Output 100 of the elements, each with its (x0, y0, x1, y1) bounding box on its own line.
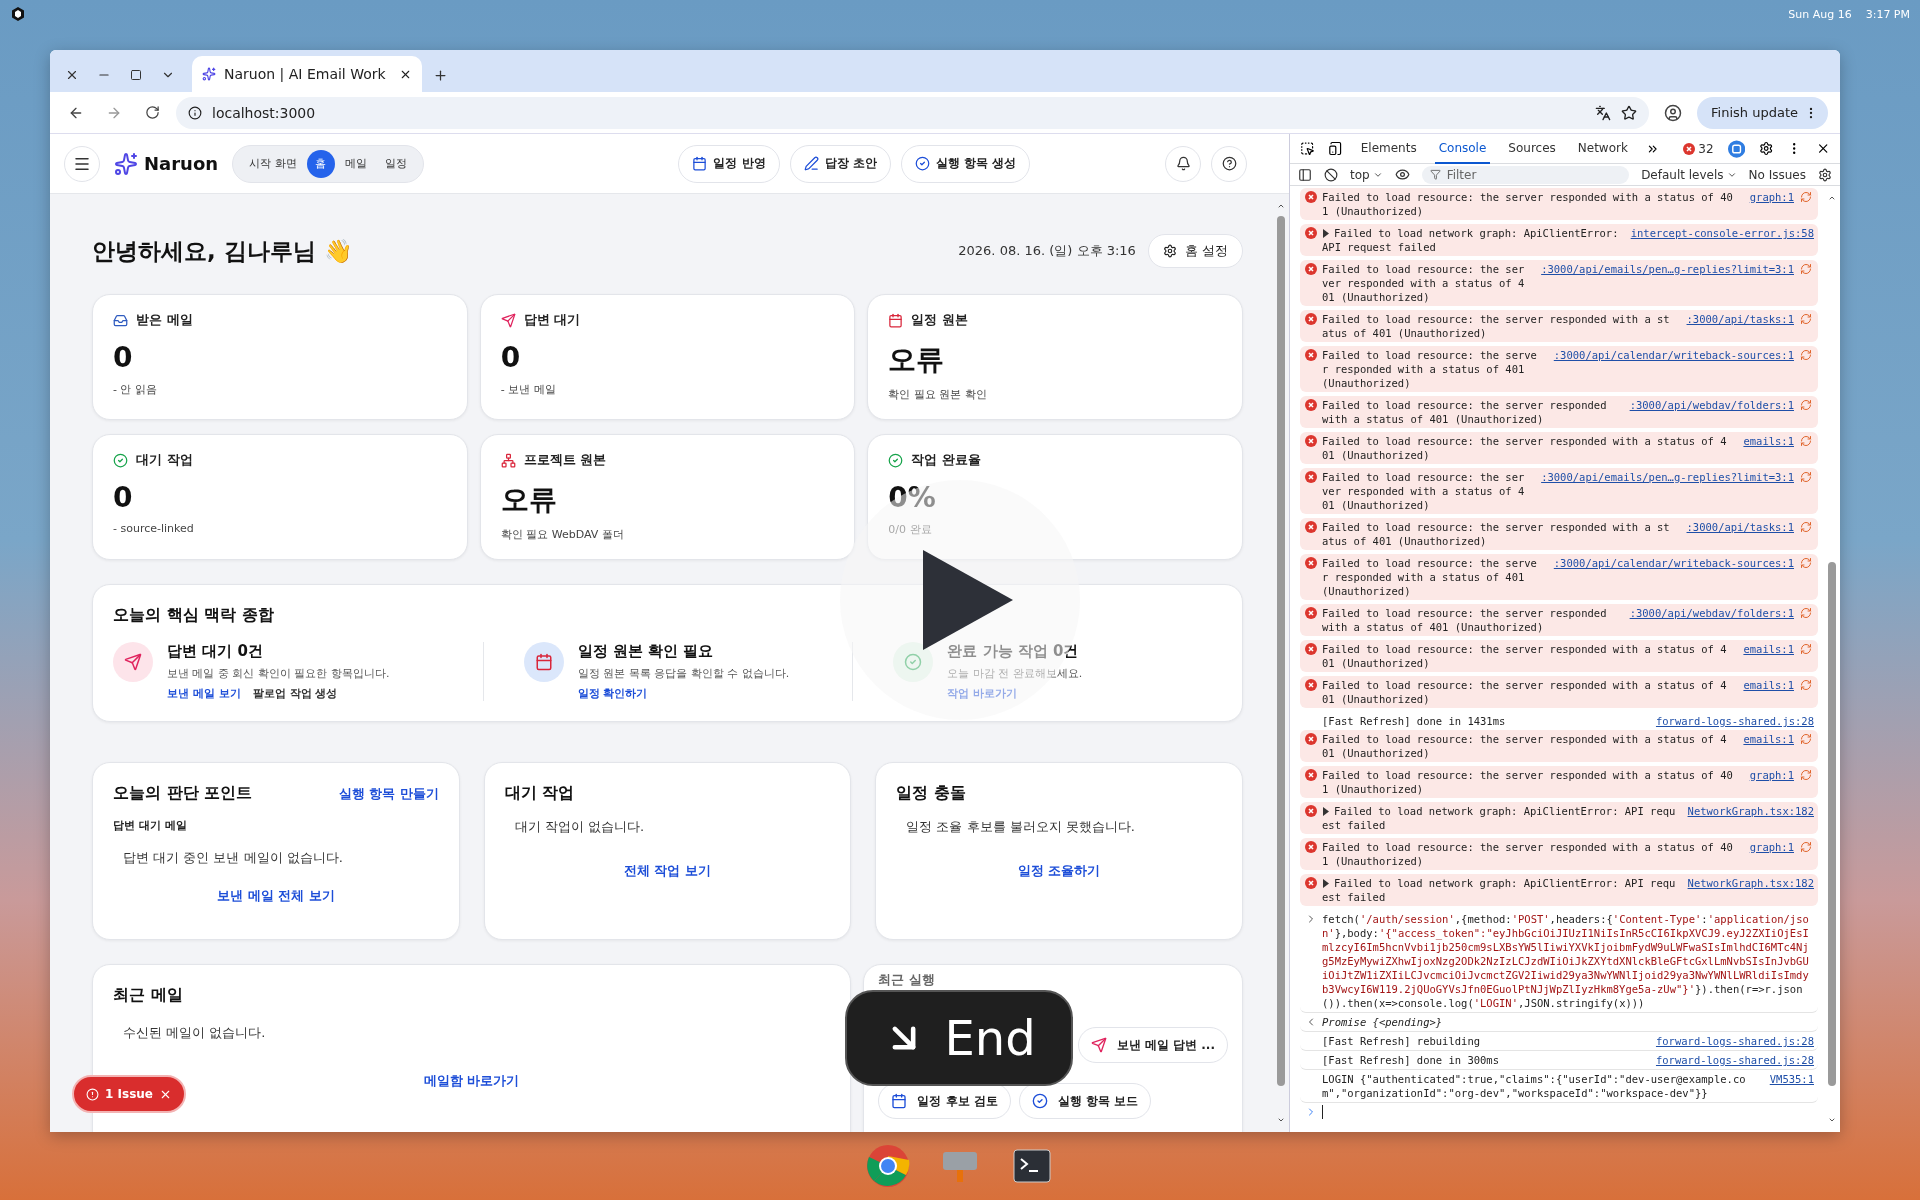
source-link[interactable]: :3000/api/webdav/folders:1 (1629, 398, 1794, 412)
refresh-icon[interactable] (1800, 191, 1812, 203)
panel-action-link[interactable]: 실행 항목 만들기 (338, 784, 439, 803)
stat-subtext: - source-linked (113, 522, 195, 535)
source-link[interactable]: :3000/api/tasks:1 (1686, 520, 1794, 534)
error-icon (1305, 607, 1317, 619)
source-link[interactable]: VM535:1 (1769, 1072, 1814, 1086)
run-shortcut-button[interactable]: 실행 항목 보드 (1018, 1083, 1152, 1119)
cube-logo-icon[interactable] (10, 6, 26, 22)
browser-tab[interactable]: Naruon | AI Email Work (192, 56, 422, 92)
settings-button[interactable]: 홈 설정 (1147, 234, 1243, 268)
source-link[interactable]: emails:1 (1743, 642, 1794, 656)
action-button[interactable]: 실행 항목 생성 (900, 144, 1031, 183)
source-link[interactable]: :3000/api/calendar/writeback-sources:1 (1553, 556, 1794, 570)
nav-tab[interactable]: 메일 (336, 149, 375, 178)
browser-taskbar-icon[interactable] (864, 1142, 912, 1190)
devtools-tab[interactable]: Elements (1356, 133, 1421, 164)
source-link[interactable]: forward-logs-shared.js:28 (1655, 1053, 1814, 1067)
update-button[interactable]: Finish update (1697, 96, 1828, 129)
sidebar-toggle-icon[interactable] (1298, 167, 1312, 182)
devtools-tab[interactable]: Console (1434, 133, 1491, 164)
nav-tab[interactable]: 시작 화면 (241, 149, 305, 178)
ai-assistant-icon[interactable] (1727, 139, 1745, 158)
error-icon (1305, 769, 1317, 781)
expand-arrow-icon[interactable] (1322, 879, 1330, 888)
filter-field[interactable]: Filter (1421, 165, 1630, 184)
scroll-down-icon[interactable] (1828, 1116, 1836, 1124)
nav-tab[interactable]: 일정 (376, 149, 415, 178)
context-selector[interactable]: top (1350, 167, 1383, 182)
source-link[interactable]: emails:1 (1743, 678, 1794, 692)
bookmark-star-icon[interactable] (1621, 104, 1638, 121)
scroll-up-icon[interactable] (1277, 202, 1285, 210)
source-link[interactable]: :3000/api/webdav/folders:1 (1629, 606, 1794, 620)
clear-console-icon[interactable] (1324, 167, 1338, 182)
source-link[interactable]: NetworkGraph.tsx:182 (1687, 876, 1814, 890)
source-link[interactable]: graph:1 (1749, 190, 1794, 204)
live-expression-icon[interactable] (1394, 167, 1410, 182)
refresh-icon[interactable] (1800, 679, 1812, 691)
address-bar[interactable]: localhost:3000 (176, 96, 1650, 129)
refresh-icon[interactable] (1800, 349, 1812, 361)
reload-icon (144, 105, 160, 120)
check-circle-icon (1031, 1093, 1048, 1109)
refresh-icon[interactable] (1800, 399, 1812, 411)
source-link[interactable]: :3000/api/emails/pen…g-replies?limit=3:1 (1541, 470, 1794, 484)
source-link[interactable]: :3000/api/emails/pen…g-replies?limit=3:1 (1541, 262, 1794, 276)
info-icon[interactable] (188, 105, 202, 120)
translate-icon[interactable] (1595, 104, 1612, 121)
source-link[interactable]: graph:1 (1749, 768, 1794, 782)
refresh-icon[interactable] (1800, 313, 1812, 325)
scroll-down-icon[interactable] (1277, 1116, 1285, 1124)
action-button[interactable]: 일정 반영 (678, 144, 780, 183)
help-button[interactable] (1211, 145, 1247, 182)
panel-link[interactable]: 전체 작업 보기 (623, 862, 711, 880)
context-link[interactable]: 일정 확인하기 (577, 686, 648, 701)
source-link[interactable]: graph:1 (1749, 840, 1794, 854)
refresh-icon[interactable] (1800, 435, 1812, 447)
source-link[interactable]: NetworkGraph.tsx:182 (1687, 804, 1814, 818)
refresh-icon[interactable] (1800, 557, 1812, 569)
nav-tab[interactable]: 홈 (306, 149, 335, 178)
menu-button[interactable] (64, 145, 100, 182)
inspect-icon[interactable] (1300, 141, 1315, 156)
refresh-icon[interactable] (1800, 733, 1812, 745)
expand-arrow-icon[interactable] (1322, 807, 1330, 816)
panel-link[interactable]: 보낸 메일 전체 보기 (217, 887, 335, 905)
context-title: 답변 대기 0건 (167, 642, 264, 661)
refresh-icon[interactable] (1800, 263, 1812, 275)
refresh-icon[interactable] (1800, 643, 1812, 655)
device-toggle-icon[interactable] (1328, 141, 1343, 156)
expand-arrow-icon[interactable] (1322, 229, 1330, 238)
scrollbar-thumb[interactable] (1277, 216, 1285, 1086)
scroll-up-icon[interactable] (1828, 194, 1836, 202)
source-link[interactable]: emails:1 (1743, 434, 1794, 448)
context-link[interactable]: 보낸 메일 보기 (167, 686, 241, 701)
refresh-icon[interactable] (1800, 521, 1812, 533)
source-link[interactable]: intercept-console-error.js:58 (1630, 226, 1814, 240)
source-link[interactable]: forward-logs-shared.js:28 (1655, 714, 1814, 728)
panel-link[interactable]: 일정 조율하기 (1017, 862, 1101, 880)
levels-dropdown[interactable]: Default levels (1641, 167, 1737, 182)
issue-badge[interactable]: 1 Issue (72, 1075, 186, 1113)
scrollbar-thumb[interactable] (1828, 562, 1836, 1086)
refresh-icon[interactable] (1800, 607, 1812, 619)
devtools-tab[interactable]: Network (1573, 133, 1632, 164)
notification-button[interactable] (1165, 145, 1201, 182)
settings-icon[interactable] (1758, 141, 1774, 156)
devtools-tab[interactable]: Sources (1504, 133, 1560, 164)
run-shortcut-button[interactable]: 보낸 메일 답변 ... (1077, 1027, 1228, 1063)
context-link[interactable]: 팔로업 작업 생성 (252, 686, 338, 701)
console-message: Failed to load resource: the server responded with a status of 401 (Unauthorized) (1322, 399, 1607, 425)
source-link[interactable]: :3000/api/calendar/writeback-sources:1 (1553, 348, 1794, 362)
refresh-icon[interactable] (1800, 471, 1812, 483)
source-link[interactable]: forward-logs-shared.js:28 (1655, 1034, 1814, 1048)
source-link[interactable]: emails:1 (1743, 732, 1794, 746)
action-button[interactable]: 답장 초안 (789, 144, 891, 183)
end-recording-button[interactable]: End (845, 990, 1073, 1086)
refresh-icon[interactable] (1800, 769, 1812, 781)
source-link[interactable]: :3000/api/tasks:1 (1686, 312, 1794, 326)
console-message: [Fast Refresh] rebuilding (1322, 1035, 1481, 1047)
console-settings-icon[interactable] (1818, 167, 1832, 182)
refresh-icon[interactable] (1800, 841, 1812, 853)
panel-link[interactable]: 메일함 바로가기 (423, 1072, 520, 1090)
